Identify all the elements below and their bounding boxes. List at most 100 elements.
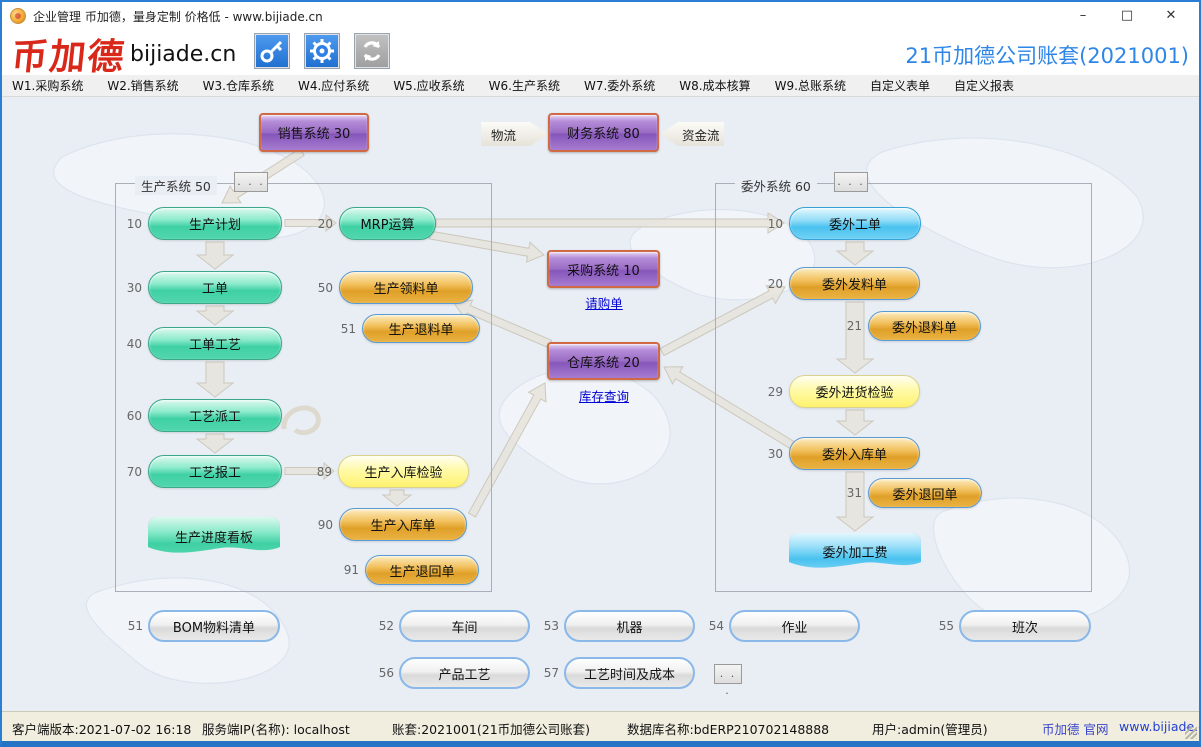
node-label: 生产计划 [189, 214, 241, 233]
link-inventory-query[interactable]: 库存查询 [563, 386, 645, 405]
menu-item-11[interactable]: 自定义报表 [954, 77, 1014, 94]
title-bar: 企业管理 币加德，量身定制 价格低 - www.bijiade.cn – □ ✕ [2, 2, 1199, 30]
flow-node-p30[interactable]: 30工单 [148, 271, 282, 304]
flow-node-warehouse[interactable]: 仓库系统 20 [547, 342, 660, 380]
node-number: 20 [768, 277, 783, 291]
flow-node-p70[interactable]: 70工艺报工 [148, 455, 282, 488]
flow-node-b55[interactable]: 55班次 [959, 610, 1091, 642]
group-production-title: 生产系统 50 [135, 176, 217, 195]
status-server-ip: 服务端IP(名称): localhost [202, 719, 350, 738]
node-number: 30 [768, 447, 783, 461]
node-label: 产品工艺 [438, 664, 490, 683]
node-label: 工艺派工 [189, 406, 241, 425]
flow-node-p90[interactable]: 90生产入库单 [339, 508, 467, 541]
flow-node-b52[interactable]: 52车间 [399, 610, 530, 642]
node-number: 56 [379, 666, 394, 680]
flow-node-w30[interactable]: 30委外入库单 [789, 437, 920, 470]
node-label: 委外进货检验 [815, 382, 893, 401]
node-number: 55 [939, 619, 954, 633]
node-number: 52 [379, 619, 394, 633]
flow-node-sales[interactable]: 销售系统 30 [259, 113, 369, 152]
key-icon [257, 36, 287, 66]
node-label: 委外加工费 [822, 542, 887, 561]
node-label: BOM物料清单 [173, 617, 255, 636]
resize-grip[interactable] [1185, 727, 1197, 739]
password-key-button[interactable] [254, 33, 290, 69]
flow-node-w29[interactable]: 29委外进货检验 [789, 375, 920, 408]
status-bar: 客户端版本:2021-07-02 16:18 服务端IP(名称): localh… [2, 711, 1199, 741]
node-number: 29 [768, 385, 783, 399]
node-label: MRP运算 [360, 214, 414, 233]
menu-item-4[interactable]: W4.应付系统 [298, 77, 369, 94]
maximize-button[interactable]: □ [1105, 2, 1149, 30]
flow-node-p50[interactable]: 50生产领料单 [339, 271, 473, 304]
logo-text: 币加德 [9, 28, 128, 80]
flow-node-p20[interactable]: 20MRP运算 [339, 207, 436, 240]
status-user: 用户:admin(管理员) [872, 719, 988, 738]
menu-item-7[interactable]: W7.委外系统 [584, 77, 655, 94]
flow-node-b53[interactable]: 53机器 [564, 610, 695, 642]
settings-button[interactable] [304, 33, 340, 69]
flow-node-p51[interactable]: 51生产退料单 [362, 314, 480, 343]
menu-item-3[interactable]: W3.仓库系统 [203, 77, 274, 94]
node-number: 51 [128, 619, 143, 633]
flow-node-p89[interactable]: 89生产入库检验 [338, 455, 469, 488]
node-label: 生产入库单 [370, 515, 435, 534]
node-label: 车间 [451, 617, 477, 636]
menu-item-5[interactable]: W5.应收系统 [393, 77, 464, 94]
node-label: 委外入库单 [822, 444, 887, 463]
flow-node-p10[interactable]: 10生产计划 [148, 207, 282, 240]
menu-item-6[interactable]: W6.生产系统 [489, 77, 560, 94]
node-number: 89 [317, 465, 332, 479]
flow-node-p60[interactable]: 60工艺派工 [148, 399, 282, 432]
node-number: 57 [544, 666, 559, 680]
app-window: 企业管理 币加德，量身定制 价格低 - www.bijiade.cn – □ ✕… [0, 0, 1201, 747]
link-purchase-request[interactable]: 请购单 [563, 293, 645, 312]
menu-item-10[interactable]: 自定义表单 [870, 77, 930, 94]
flow-node-finance[interactable]: 财务系统 80 [548, 113, 659, 152]
node-label: 委外退料单 [892, 317, 957, 336]
node-label: 工艺时间及成本 [584, 664, 675, 683]
node-number: 50 [318, 281, 333, 295]
refresh-button[interactable] [354, 33, 390, 69]
node-label: 生产进度看板 [175, 527, 253, 546]
node-label: 财务系统 80 [567, 123, 640, 142]
node-number: 60 [127, 409, 142, 423]
flow-node-b54[interactable]: 54作业 [729, 610, 860, 642]
menu-item-8[interactable]: W8.成本核算 [679, 77, 750, 94]
flow-node-b51[interactable]: 51BOM物料清单 [148, 610, 280, 642]
flow-node-p91[interactable]: 91生产退回单 [365, 555, 479, 585]
flow-node-w20[interactable]: 20委外发料单 [789, 267, 920, 300]
group-production-more-button[interactable]: . . . [234, 172, 268, 192]
node-number: 20 [318, 217, 333, 231]
node-number: 70 [127, 465, 142, 479]
group-outsourcing-more-button[interactable]: . . . [834, 172, 868, 192]
node-number: 51 [341, 322, 356, 336]
flow-node-w21[interactable]: 21委外退料单 [868, 311, 981, 341]
minimize-button[interactable]: – [1061, 2, 1105, 30]
node-number: 10 [768, 217, 783, 231]
status-client-version: 客户端版本:2021-07-02 16:18 [12, 719, 191, 738]
node-label: 生产入库检验 [364, 462, 442, 481]
window-title: 企业管理 币加德，量身定制 价格低 - www.bijiade.cn [33, 8, 323, 25]
node-number: 90 [318, 518, 333, 532]
node-number: 21 [847, 319, 862, 333]
node-number: 40 [127, 337, 142, 351]
status-account: 账套:2021001(21币加德公司账套) [392, 719, 590, 738]
flow-node-b57[interactable]: 57工艺时间及成本 [564, 657, 695, 689]
flow-node-purchase[interactable]: 采购系统 10 [547, 250, 660, 288]
node-label: 委外工单 [829, 214, 881, 233]
menu-item-9[interactable]: W9.总账系统 [775, 77, 846, 94]
node-label: 生产领料单 [373, 278, 438, 297]
node-label: 生产退回单 [389, 561, 454, 580]
flow-node-b56[interactable]: 56产品工艺 [399, 657, 530, 689]
bottom-more-button[interactable]: . . . [714, 664, 742, 684]
node-number: 31 [847, 486, 862, 500]
flow-node-w10[interactable]: 10委外工单 [789, 207, 921, 240]
close-button[interactable]: ✕ [1149, 2, 1193, 30]
node-label: 委外退回单 [892, 484, 957, 503]
node-number: 91 [344, 563, 359, 577]
logo-domain: bijiade.cn [130, 42, 236, 67]
flow-node-p40[interactable]: 40工单工艺 [148, 327, 282, 360]
flow-node-w31[interactable]: 31委外退回单 [868, 478, 982, 508]
